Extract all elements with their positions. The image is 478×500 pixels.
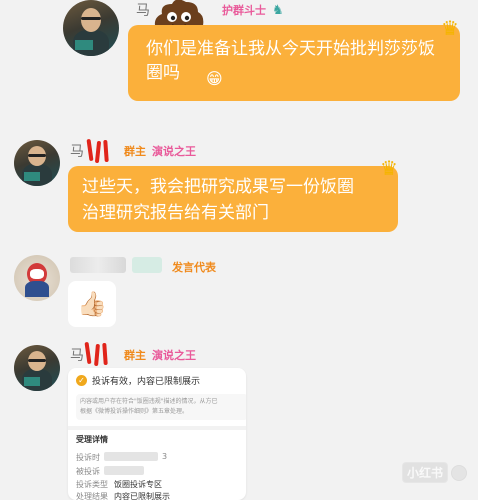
detail-label: 被投诉: [76, 467, 100, 476]
message-text-line: 过些天，我会把研究成果写一份饭圈: [82, 177, 354, 197]
crown-icon: ♛: [441, 16, 459, 40]
owner-badge: 群主: [124, 145, 146, 158]
description-line: 根据《微博投诉操作细则》第五章处理。: [80, 408, 189, 415]
detail-row: 投诉类型 饭圈投诉专区: [76, 479, 162, 490]
detail-value: 饭圈投诉专区: [114, 480, 162, 489]
thumbs-up-emoji: 👍🏻: [77, 290, 107, 318]
thumbs-up-bubble[interactable]: 👍🏻: [68, 281, 116, 327]
detail-value: 3: [162, 452, 168, 461]
message-text: 你们是准备让我从今天开始批判莎莎饭圈吗: [146, 39, 435, 83]
watermark-text: 小红书: [402, 462, 449, 483]
detail-value: 内容已限制展示: [114, 492, 170, 500]
divider: [68, 426, 246, 430]
owner-badge: 群主: [124, 349, 146, 362]
detail-row: 被投诉: [76, 466, 144, 477]
avatar[interactable]: [14, 255, 60, 301]
member-badge: 护群斗士: [222, 4, 266, 17]
title-badge: 演说之王: [152, 145, 196, 158]
check-icon: ✓: [76, 375, 87, 386]
message-bubble[interactable]: 过些天，我会把研究成果写一份饭圈 治理研究报告给有关部门: [68, 166, 398, 232]
sender-name: 马: [136, 3, 150, 19]
detail-row: 处理结果 内容已限制展示: [76, 491, 170, 500]
status-text: 投诉有效，内容已限制展示: [92, 377, 201, 387]
watermark: 小红书: [402, 462, 468, 483]
blurred-name: [70, 257, 126, 273]
location-icon: [451, 464, 468, 481]
message-bubble[interactable]: 你们是准备让我从今天开始批判莎莎饭圈吗 😁: [128, 25, 460, 101]
detail-row: 投诉时 3: [76, 452, 167, 463]
detail-label: 投诉时: [76, 453, 100, 462]
status-description: 内容或用户存在符合"饭圈违规"描述的情况，从方已 根据《微博投诉操作细则》第五章…: [76, 394, 246, 420]
title-badge: 演说之王: [152, 349, 196, 362]
detail-label: 投诉类型: [76, 480, 108, 489]
avatar[interactable]: [14, 140, 60, 186]
grin-emoji: 😁: [206, 69, 223, 88]
sender-name: 马: [70, 348, 84, 364]
avatar[interactable]: [14, 345, 60, 391]
section-title: 受理详情: [76, 435, 108, 444]
mascot-icon: ♞: [272, 2, 284, 18]
description-line: 内容或用户存在符合"饭圈违规"描述的情况，从方已: [80, 398, 218, 405]
status-row: ✓ 投诉有效，内容已限制展示: [76, 374, 200, 387]
complaint-result-card[interactable]: ✓ 投诉有效，内容已限制展示 内容或用户存在符合"饭圈违规"描述的情况，从方已 …: [68, 368, 246, 500]
crown-icon: ♛: [380, 156, 398, 180]
avatar[interactable]: [63, 0, 119, 56]
detail-label: 处理结果: [76, 492, 108, 500]
blurred-name: [132, 257, 162, 273]
message-text-line: 治理研究报告给有关部门: [82, 203, 269, 223]
speaker-badge: 发言代表: [172, 261, 216, 274]
sender-name: 马: [70, 144, 84, 160]
